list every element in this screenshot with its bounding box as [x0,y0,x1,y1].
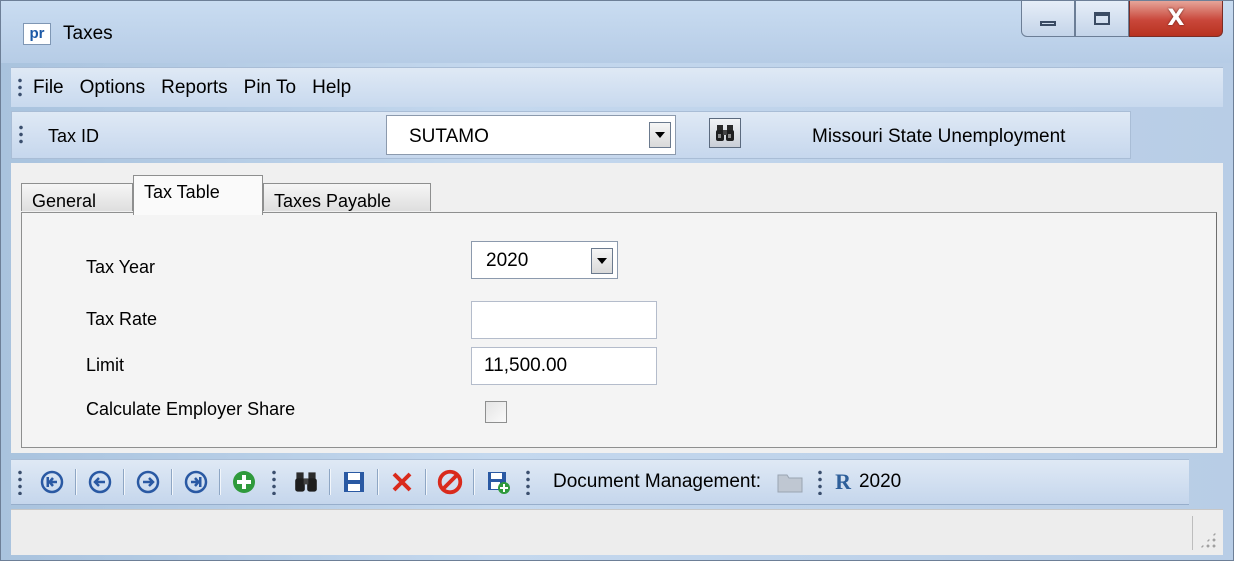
tax-id-dropdown-button[interactable] [649,122,671,148]
find-icon [295,472,317,492]
next-record-button[interactable] [132,466,164,498]
tax-year-label: Tax Year [86,257,156,277]
tab-taxes-payable[interactable]: Taxes Payable [263,183,431,211]
first-record-button[interactable] [36,466,68,498]
toolbar-separator [377,469,379,495]
minimize-button[interactable] [1021,1,1075,37]
toolbar-separator [425,469,427,495]
tax-rate-input[interactable] [471,301,657,339]
menu-grip-handle[interactable] [17,76,29,99]
toolbar-grip-handle[interactable] [17,469,25,495]
content-area: General Tax Table Taxes Payable Tax Year… [11,163,1223,453]
menu-pin-to[interactable]: Pin To [244,77,296,99]
menu-reports[interactable]: Reports [161,77,228,99]
toolbar-separator [123,469,125,495]
tax-id-description: Missouri State Unemployment [812,126,1066,147]
employer-share-checkbox[interactable] [485,401,507,423]
close-button[interactable]: X [1129,1,1223,37]
save-new-icon [488,472,510,494]
record-toolbar: Document Management: R 2020 [11,459,1189,505]
close-icon: X [1167,5,1185,31]
toolbar-grip-handle[interactable] [525,469,533,495]
tax-id-grip-handle[interactable] [18,124,30,146]
save-new-button[interactable] [482,466,514,498]
cancel-button[interactable] [434,466,466,498]
save-icon [344,472,364,492]
toolbar-separator [329,469,331,495]
employer-share-label: Calculate Employer Share [86,399,296,419]
tax-table-panel: Tax Year 2020 Tax Rate Limit Calculate E… [21,212,1217,448]
menu-bar: File Options Reports Pin To Help [11,67,1223,107]
tax-id-value: SUTAMO [409,126,489,147]
limit-label: Limit [86,355,125,375]
toolbar-separator [171,469,173,495]
tax-id-lookup-button[interactable] [709,118,741,148]
tax-year-dropdown-button[interactable] [591,248,613,274]
menu-file[interactable]: File [33,77,64,99]
year-icon: R [835,469,851,494]
toolbar-grip-handle[interactable] [817,469,826,495]
toolbar-separator [473,469,475,495]
document-management-button[interactable] [774,466,806,498]
limit-input[interactable] [471,347,657,385]
toolbar-separator [219,469,221,495]
tax-id-label: Tax ID [48,126,100,146]
tax-id-combo[interactable]: SUTAMO [386,115,676,155]
tax-year-value: 2020 [486,250,529,271]
resize-grip[interactable] [1199,531,1217,549]
tax-year-combo[interactable]: 2020 [471,241,618,279]
first-record-icon [40,470,64,494]
previous-record-button[interactable] [84,466,116,498]
save-button[interactable] [338,466,370,498]
toolbar-year-label[interactable]: 2020 [859,471,901,493]
menu-help[interactable]: Help [312,77,351,99]
last-record-button[interactable] [180,466,212,498]
tax-id-bar: Tax ID SUTAMO Missouri State Unemploymen… [11,111,1131,159]
find-button[interactable] [290,466,322,498]
folder-icon [777,474,803,493]
tab-tax-table[interactable]: Tax Table [133,175,263,215]
delete-button[interactable] [386,466,418,498]
maximize-button[interactable] [1075,1,1129,37]
tab-general[interactable]: General [21,183,133,211]
cancel-icon [437,469,463,495]
menu-options[interactable]: Options [80,77,145,99]
previous-record-icon [88,470,112,494]
next-record-icon [136,470,160,494]
chevron-down-icon [597,258,607,264]
window-title: Taxes [63,23,113,44]
app-logo: pr [23,23,51,45]
add-icon [233,471,255,493]
add-record-button[interactable] [228,466,260,498]
document-management-label: Document Management: [553,471,762,492]
status-bar [11,509,1223,555]
last-record-icon [184,470,208,494]
toolbar-grip-handle[interactable] [271,469,279,495]
chevron-down-icon [655,132,665,138]
taxes-window: pr Taxes X File Options Reports Pin To H… [0,0,1234,561]
title-bar: pr Taxes X [1,1,1233,63]
maximize-icon [1094,12,1110,25]
delete-icon [392,472,412,492]
binoculars-icon [716,125,734,141]
status-separator [1192,516,1193,550]
minimize-icon [1040,21,1056,26]
toolbar-separator [75,469,77,495]
tax-rate-label: Tax Rate [86,309,158,329]
